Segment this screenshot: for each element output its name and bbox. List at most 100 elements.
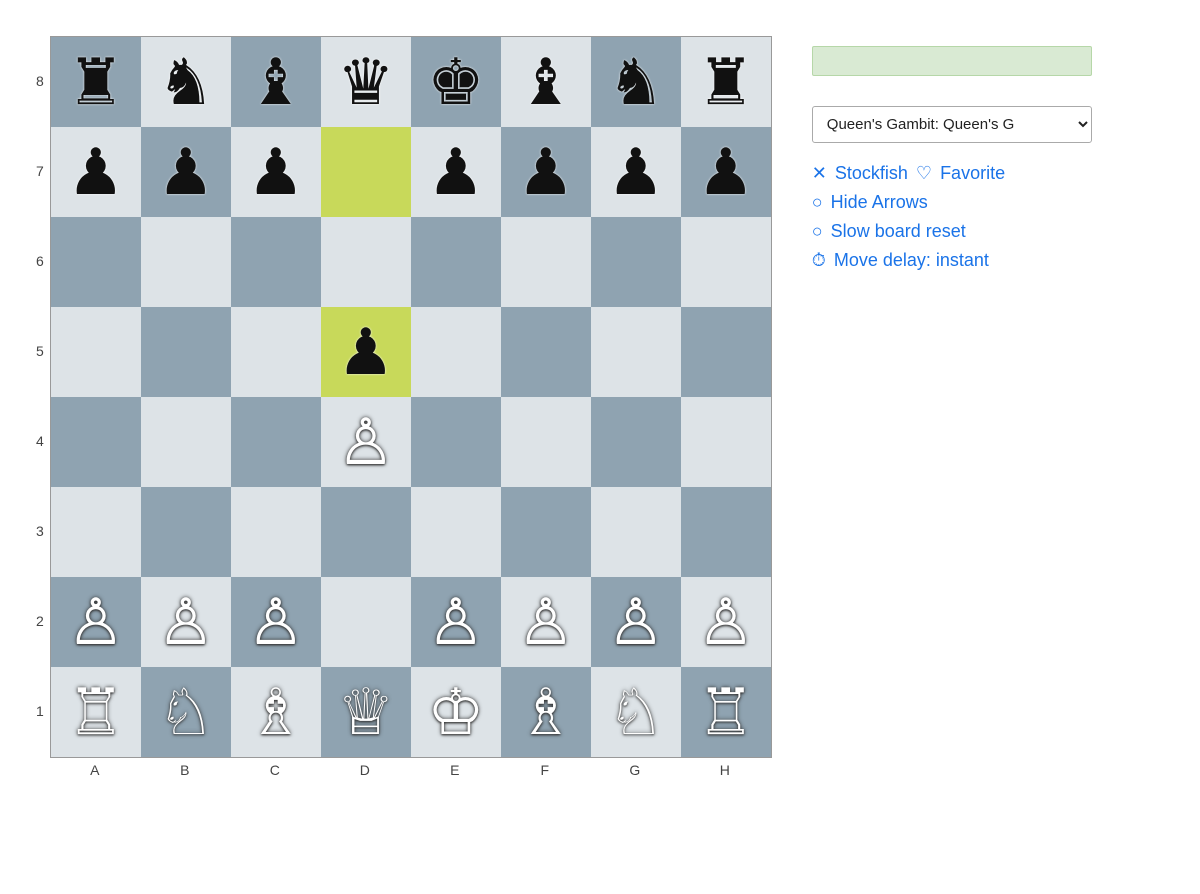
rank-label-3: 3 — [36, 486, 44, 576]
favorite-link[interactable]: Favorite — [940, 163, 1005, 184]
cell-15[interactable]: ♟ — [681, 127, 771, 217]
chapter-section: Queen's Gambit: Queen's G ✕ Stockfish ♡ … — [812, 106, 1092, 271]
cell-50[interactable]: ♙ — [231, 577, 321, 667]
cell-4[interactable]: ♚ — [411, 37, 501, 127]
move-delay-link[interactable]: Move delay: instant — [834, 250, 989, 271]
cell-25[interactable] — [141, 307, 231, 397]
file-label-E: E — [410, 758, 500, 778]
slow-board-reset-link[interactable]: Slow board reset — [831, 221, 966, 242]
cell-58[interactable]: ♗ — [231, 667, 321, 757]
move-delay-option[interactable]: ⏱ Move delay: instant — [812, 250, 1092, 271]
cell-14[interactable]: ♟ — [591, 127, 681, 217]
piece-62: ♘ — [607, 680, 664, 744]
cell-32[interactable] — [51, 397, 141, 487]
cell-44[interactable] — [411, 487, 501, 577]
cell-23[interactable] — [681, 217, 771, 307]
piece-0: ♜ — [67, 50, 124, 114]
hide-arrows-link[interactable]: Hide Arrows — [831, 192, 928, 213]
cell-42[interactable] — [231, 487, 321, 577]
cell-52[interactable]: ♙ — [411, 577, 501, 667]
cell-55[interactable]: ♙ — [681, 577, 771, 667]
cell-6[interactable]: ♞ — [591, 37, 681, 127]
cell-12[interactable]: ♟ — [411, 127, 501, 217]
piece-59: ♕ — [337, 680, 394, 744]
piece-12: ♟ — [427, 140, 484, 204]
cell-37[interactable] — [501, 397, 591, 487]
cell-36[interactable] — [411, 397, 501, 487]
cell-62[interactable]: ♘ — [591, 667, 681, 757]
piece-53: ♙ — [517, 590, 574, 654]
piece-14: ♟ — [607, 140, 664, 204]
cell-33[interactable] — [141, 397, 231, 487]
cell-49[interactable]: ♙ — [141, 577, 231, 667]
chapter-select[interactable]: Queen's Gambit: Queen's G — [812, 106, 1092, 143]
cell-22[interactable] — [591, 217, 681, 307]
hide-arrows-option[interactable]: ○ Hide Arrows — [812, 192, 1092, 213]
cell-51[interactable] — [321, 577, 411, 667]
cell-19[interactable] — [321, 217, 411, 307]
cell-46[interactable] — [591, 487, 681, 577]
piece-61: ♗ — [517, 680, 574, 744]
cell-13[interactable]: ♟ — [501, 127, 591, 217]
cell-29[interactable] — [501, 307, 591, 397]
piece-9: ♟ — [157, 140, 214, 204]
board-container: 87654321 ♜♞♝♛♚♝♞♜♟♟♟♟♟♟♟♟♙♙♙♙♙♙♙♙♖♘♗♕♔♗♘… — [30, 36, 772, 778]
cell-39[interactable] — [681, 397, 771, 487]
rank-label-5: 5 — [36, 306, 44, 396]
cell-60[interactable]: ♔ — [411, 667, 501, 757]
cell-7[interactable]: ♜ — [681, 37, 771, 127]
cell-16[interactable] — [51, 217, 141, 307]
cell-35[interactable]: ♙ — [321, 397, 411, 487]
cell-45[interactable] — [501, 487, 591, 577]
cell-0[interactable]: ♜ — [51, 37, 141, 127]
cell-31[interactable] — [681, 307, 771, 397]
stockfish-option[interactable]: ✕ Stockfish ♡ Favorite — [812, 163, 1092, 184]
piece-49: ♙ — [157, 590, 214, 654]
cell-21[interactable] — [501, 217, 591, 307]
cell-27[interactable]: ♟ — [321, 307, 411, 397]
cell-1[interactable]: ♞ — [141, 37, 231, 127]
chess-board: ♜♞♝♛♚♝♞♜♟♟♟♟♟♟♟♟♙♙♙♙♙♙♙♙♖♘♗♕♔♗♘♖ — [50, 36, 772, 758]
favorite-icon: ♡ — [916, 163, 932, 184]
slow-board-reset-option[interactable]: ○ Slow board reset — [812, 221, 1092, 242]
cell-57[interactable]: ♘ — [141, 667, 231, 757]
cell-59[interactable]: ♕ — [321, 667, 411, 757]
file-label-D: D — [320, 758, 410, 778]
cell-47[interactable] — [681, 487, 771, 577]
cell-56[interactable]: ♖ — [51, 667, 141, 757]
cell-28[interactable] — [411, 307, 501, 397]
stockfish-link[interactable]: Stockfish — [835, 163, 908, 184]
cell-20[interactable] — [411, 217, 501, 307]
piece-10: ♟ — [247, 140, 304, 204]
cell-17[interactable] — [141, 217, 231, 307]
piece-48: ♙ — [67, 590, 124, 654]
piece-55: ♙ — [697, 590, 754, 654]
cell-11[interactable] — [321, 127, 411, 217]
piece-5: ♝ — [517, 50, 574, 114]
cell-38[interactable] — [591, 397, 681, 487]
rank-label-7: 7 — [36, 126, 44, 216]
file-labels: ABCDEFGH — [50, 758, 772, 778]
cell-30[interactable] — [591, 307, 681, 397]
cell-3[interactable]: ♛ — [321, 37, 411, 127]
cell-10[interactable]: ♟ — [231, 127, 321, 217]
cell-24[interactable] — [51, 307, 141, 397]
cell-43[interactable] — [321, 487, 411, 577]
cell-2[interactable]: ♝ — [231, 37, 321, 127]
piece-15: ♟ — [697, 140, 754, 204]
cell-40[interactable] — [51, 487, 141, 577]
cell-9[interactable]: ♟ — [141, 127, 231, 217]
cell-8[interactable]: ♟ — [51, 127, 141, 217]
cell-34[interactable] — [231, 397, 321, 487]
cell-26[interactable] — [231, 307, 321, 397]
cell-48[interactable]: ♙ — [51, 577, 141, 667]
piece-8: ♟ — [67, 140, 124, 204]
cell-63[interactable]: ♖ — [681, 667, 771, 757]
cell-54[interactable]: ♙ — [591, 577, 681, 667]
cell-53[interactable]: ♙ — [501, 577, 591, 667]
cell-61[interactable]: ♗ — [501, 667, 591, 757]
cell-5[interactable]: ♝ — [501, 37, 591, 127]
cell-18[interactable] — [231, 217, 321, 307]
cell-41[interactable] — [141, 487, 231, 577]
board-with-ranks: 87654321 ♜♞♝♛♚♝♞♜♟♟♟♟♟♟♟♟♙♙♙♙♙♙♙♙♖♘♗♕♔♗♘… — [30, 36, 772, 778]
